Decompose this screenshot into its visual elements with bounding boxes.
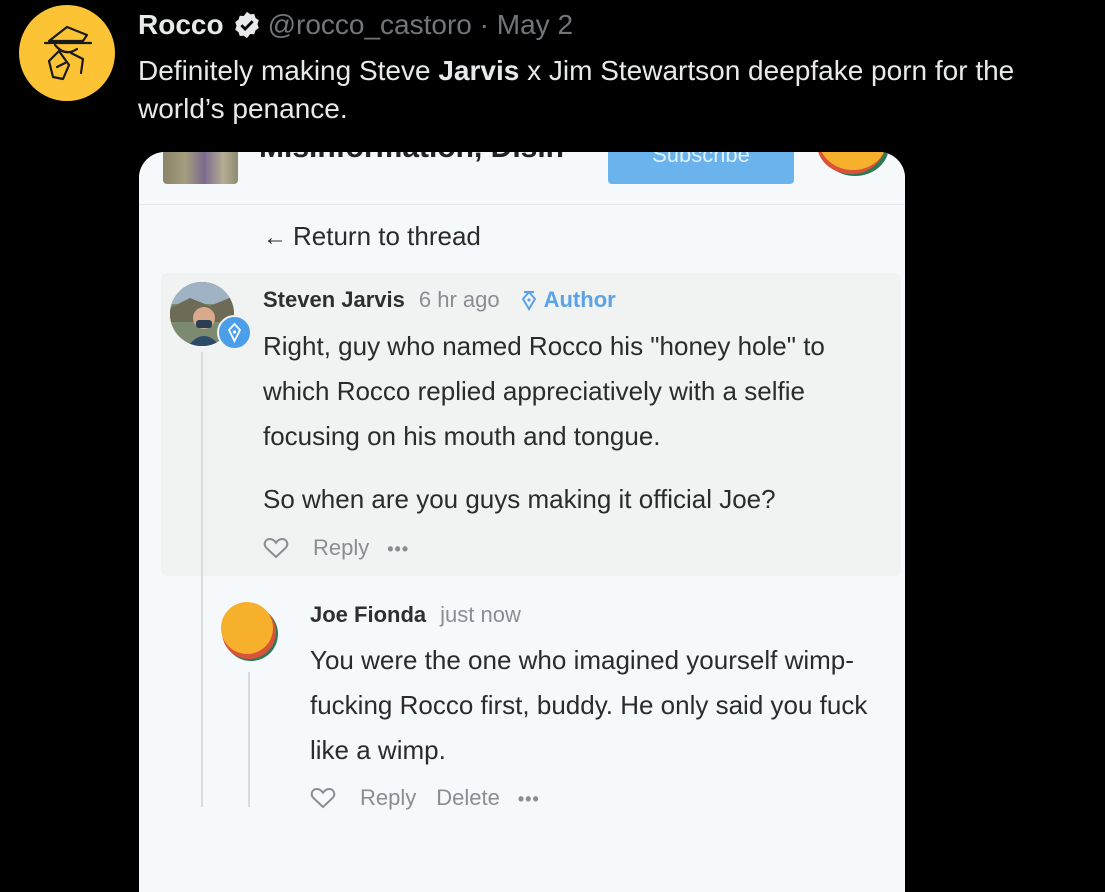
handle[interactable]: @rocco_castoro — [268, 9, 472, 40]
embedded-screenshot: Misinformation, Disin Subscribe ←Return … — [139, 152, 905, 892]
reply-button[interactable]: Reply — [360, 785, 416, 810]
delete-button[interactable]: Delete — [436, 785, 500, 810]
more-dots-icon[interactable]: ••• — [518, 789, 540, 809]
display-name[interactable]: Rocco — [138, 9, 224, 40]
left-arrow-icon: ← — [263, 224, 287, 251]
comment-username[interactable]: Joe Fionda — [310, 602, 426, 627]
comment-body: You were the one who imagined yourself w… — [310, 638, 870, 773]
comment-actions: Reply Delete ••• — [310, 783, 540, 814]
separator: · — [479, 9, 489, 40]
more-dots-icon[interactable]: ••• — [387, 539, 409, 559]
comment-time[interactable]: just now — [440, 602, 521, 627]
heart-icon[interactable] — [310, 786, 336, 810]
comment-meta: Steven Jarvis 6 hr ago Author — [263, 286, 616, 314]
author-label: Author — [520, 287, 616, 312]
comment-actions: Reply ••• — [263, 533, 409, 564]
heart-icon[interactable] — [263, 536, 289, 560]
tweet-header: Rocco @rocco_castoro · May 2 — [138, 8, 573, 42]
subscribe-button[interactable]: Subscribe — [608, 152, 794, 184]
publication-title: Misinformation, Disin — [259, 152, 564, 165]
author-badge — [217, 315, 252, 350]
publication-logo — [815, 152, 891, 184]
comment-body: Right, guy who named Rocco his "honey ho… — [263, 324, 873, 522]
detective-logo-icon — [43, 25, 93, 81]
tweet-date[interactable]: May 2 — [497, 9, 573, 40]
comment-time[interactable]: 6 hr ago — [419, 287, 500, 312]
tweet-text: Definitely making Steve Jarvis x Jim Ste… — [138, 55, 1015, 124]
verified-badge-icon — [234, 11, 259, 39]
return-to-thread-link[interactable]: ← Return to thread — [263, 220, 481, 254]
comment-paragraph: Right, guy who named Rocco his "honey ho… — [263, 331, 825, 451]
comment-username[interactable]: Steven Jarvis — [263, 287, 405, 312]
rocco-avatar[interactable] — [19, 5, 115, 101]
substack-topbar: Misinformation, Disin Subscribe — [139, 152, 905, 205]
thread-line — [248, 672, 250, 807]
comment-meta: Joe Fionda just now — [310, 601, 521, 629]
pen-nib-icon — [521, 290, 536, 311]
comment-paragraph: So when are you guys making it official … — [263, 484, 776, 514]
thread-line — [201, 352, 203, 807]
publication-thumbnail — [163, 152, 238, 184]
joe-fionda-avatar[interactable] — [218, 600, 280, 662]
reply-button[interactable]: Reply — [313, 535, 369, 560]
comment-paragraph: You were the one who imagined yourself w… — [310, 645, 868, 765]
